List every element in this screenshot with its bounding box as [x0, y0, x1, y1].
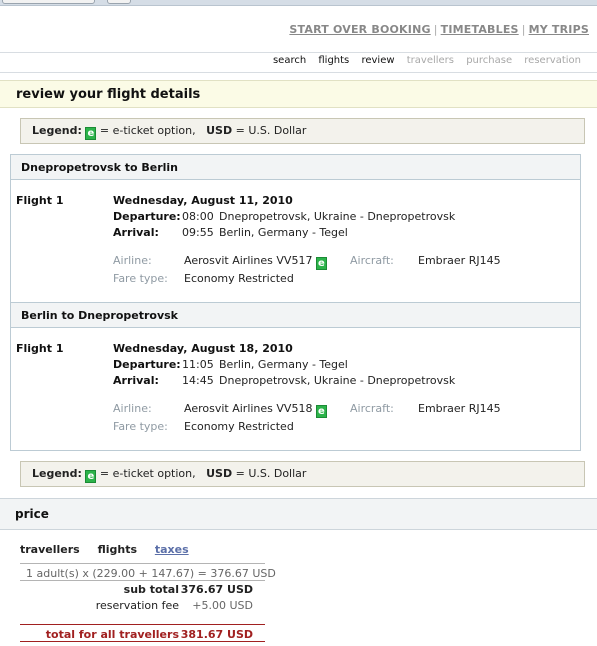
departure-place: Berlin, Germany - Tegel [219, 358, 348, 371]
step-travellers: travellers [406, 55, 454, 66]
total-divider [20, 641, 265, 642]
timetables-link[interactable]: TIMETABLES [441, 23, 519, 36]
step-reservation: reservation [524, 55, 581, 66]
flight-segment: Flight 1 Wednesday, August 18, 2010 Depa… [11, 328, 580, 450]
divider [0, 52, 597, 53]
subtotal-label: sub total [123, 583, 179, 596]
step-review: review [361, 55, 395, 66]
legend-bottom: Legend: e = e-ticket option, USD = U.S. … [20, 461, 585, 487]
toolbar-button[interactable] [107, 0, 131, 4]
step-purchase: purchase [466, 55, 513, 66]
top-links: START OVER BOOKING | TIMETABLES | MY TRIPS [289, 23, 589, 36]
legend-currency-text: = U.S. Dollar [235, 124, 307, 137]
total-label: total for all travellers [45, 628, 179, 641]
arrival-time: 14:45 [182, 374, 214, 387]
eticket-icon: e [315, 257, 327, 270]
airline-label: Airline: [113, 402, 152, 415]
divider [0, 72, 597, 73]
page-title: review your flight details [16, 87, 201, 102]
tab-taxes[interactable]: taxes [155, 543, 189, 556]
divider [20, 580, 265, 581]
airline-label: Airline: [113, 254, 152, 267]
airline-name: Aerosvit Airlines VV517 [184, 254, 313, 267]
price-tabs: travellers flights taxes [20, 543, 203, 556]
airline-value: Aerosvit Airlines VV518 e [184, 402, 327, 418]
aircraft-value: Embraer RJ145 [418, 402, 501, 415]
aircraft-value: Embraer RJ145 [418, 254, 501, 267]
trip-header: Dnepropetrovsk to Berlin [11, 155, 580, 180]
departure-label: Departure: [113, 358, 181, 371]
legend-label: Legend: [32, 124, 82, 137]
fare-type-label: Fare type: [113, 420, 168, 433]
fare-type-value: Economy Restricted [184, 420, 294, 433]
airline-name: Aerosvit Airlines VV518 [184, 402, 313, 415]
flight-label: Flight 1 [16, 342, 64, 355]
link-separator: | [433, 23, 438, 36]
departure-time: 08:00 [182, 210, 214, 223]
review-header: review your flight details [0, 80, 597, 108]
trip-header: Berlin to Dnepropetrovsk [11, 303, 580, 328]
start-over-booking-link[interactable]: START OVER BOOKING [289, 23, 430, 36]
flight-label: Flight 1 [16, 194, 64, 207]
legend-eticket-text: = e-ticket option, [99, 467, 196, 480]
step-search[interactable]: search [273, 55, 306, 66]
aircraft-label: Aircraft: [350, 254, 394, 267]
step-flights[interactable]: flights [318, 55, 349, 66]
tab-flights[interactable]: flights [98, 543, 137, 556]
total-divider [20, 624, 265, 625]
toolbar-tab[interactable] [2, 0, 95, 4]
reservation-fee-label: reservation fee [95, 599, 179, 612]
my-trips-link[interactable]: MY TRIPS [529, 23, 589, 36]
legend-currency-code: USD [206, 467, 233, 480]
arrival-time: 09:55 [182, 226, 214, 239]
arrival-place: Dnepropetrovsk, Ukraine - Dnepropetrovsk [219, 374, 456, 387]
departure-time: 11:05 [182, 358, 214, 371]
tab-travellers[interactable]: travellers [20, 543, 80, 556]
top-toolbar-strip [0, 0, 597, 6]
flight-date: Wednesday, August 11, 2010 [113, 194, 293, 207]
total-value: 381.67 USD [180, 628, 253, 641]
aircraft-label: Aircraft: [350, 402, 394, 415]
itinerary-box: Dnepropetrovsk to Berlin Flight 1 Wednes… [10, 154, 581, 451]
legend-label: Legend: [32, 467, 82, 480]
subtotal-value: 376.67 USD [180, 583, 253, 596]
legend-currency-text: = U.S. Dollar [235, 467, 307, 480]
flight-date: Wednesday, August 18, 2010 [113, 342, 293, 355]
departure-place: Dnepropetrovsk, Ukraine - Dnepropetrovsk [219, 210, 456, 223]
flight-segment: Flight 1 Wednesday, August 11, 2010 Depa… [11, 180, 580, 302]
arrival-label: Arrival: [113, 226, 159, 239]
eticket-icon: e [85, 470, 97, 483]
arrival-label: Arrival: [113, 374, 159, 387]
arrival-place: Berlin, Germany - Tegel [219, 226, 348, 239]
price-header: price [0, 498, 597, 530]
departure-label: Departure: [113, 210, 181, 223]
booking-steps: search flights review travellers purchas… [264, 55, 581, 66]
eticket-icon: e [85, 127, 97, 140]
price-calculation: 1 adult(s) x (229.00 + 147.67) = 376.67 … [26, 567, 276, 580]
airline-value: Aerosvit Airlines VV517 e [184, 254, 327, 270]
legend-top: Legend: e = e-ticket option, USD = U.S. … [20, 118, 585, 144]
fare-type-label: Fare type: [113, 272, 168, 285]
legend-eticket-text: = e-ticket option, [99, 124, 196, 137]
divider [20, 563, 265, 564]
price-title: price [15, 507, 49, 521]
reservation-fee-value: +5.00 USD [192, 599, 253, 612]
route-title: Dnepropetrovsk to Berlin [21, 161, 179, 174]
fare-type-value: Economy Restricted [184, 272, 294, 285]
legend-currency-code: USD [206, 124, 233, 137]
eticket-icon: e [315, 405, 327, 418]
route-title: Berlin to Dnepropetrovsk [21, 309, 179, 322]
link-separator: | [521, 23, 526, 36]
